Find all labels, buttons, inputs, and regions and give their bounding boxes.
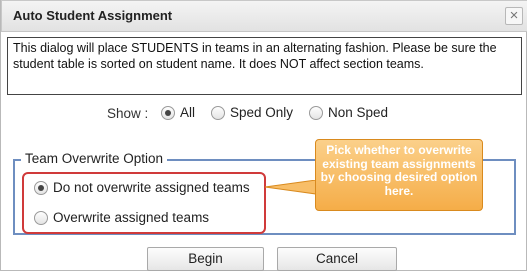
show-label: Show : <box>107 106 149 121</box>
show-all-label: All <box>180 105 196 120</box>
close-icon: × <box>509 7 519 24</box>
overwrite-option[interactable]: Overwrite assigned teams <box>34 210 209 225</box>
show-sped-only-option[interactable]: Sped Only <box>211 105 293 120</box>
cancel-button[interactable]: Cancel <box>277 247 397 271</box>
do-not-overwrite-label: Do not overwrite assigned teams <box>53 180 250 195</box>
auto-student-assignment-dialog: Auto Student Assignment × This dialog wi… <box>0 0 527 271</box>
show-sped-only-radio[interactable] <box>211 105 225 120</box>
show-all-radio[interactable] <box>161 105 175 120</box>
begin-button[interactable]: Begin <box>147 247 264 271</box>
help-callout: Pick whether to overwrite existing team … <box>315 139 483 211</box>
show-all-option[interactable]: All <box>161 105 195 120</box>
team-overwrite-legend: Team Overwrite Option <box>21 151 168 166</box>
dialog-title: Auto Student Assignment <box>13 8 173 23</box>
callout-pointer <box>265 180 317 195</box>
overwrite-radio[interactable] <box>34 210 48 225</box>
show-non-sped-option[interactable]: Non Sped <box>309 105 388 120</box>
options-highlight-box: Do not overwrite assigned teams Overwrit… <box>22 172 266 234</box>
do-not-overwrite-option[interactable]: Do not overwrite assigned teams <box>34 180 250 195</box>
show-non-sped-radio[interactable] <box>309 105 323 120</box>
show-non-sped-label: Non Sped <box>328 105 389 120</box>
close-button[interactable]: × <box>505 7 523 25</box>
show-filter-row: Show : All Sped Only Non Sped <box>1 105 527 125</box>
dialog-titlebar[interactable]: Auto Student Assignment × <box>1 0 527 32</box>
do-not-overwrite-radio[interactable] <box>34 180 48 195</box>
overwrite-label: Overwrite assigned teams <box>53 210 210 225</box>
dialog-description: This dialog will place STUDENTS in teams… <box>7 37 522 95</box>
show-sped-only-label: Sped Only <box>230 105 294 120</box>
